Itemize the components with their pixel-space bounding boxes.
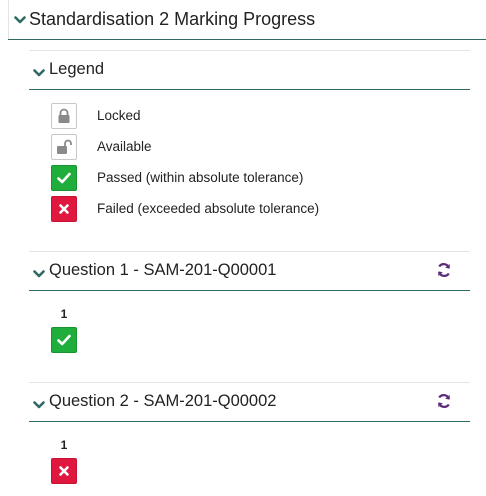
cross-icon (51, 196, 77, 222)
question-section-2: Question 2 - SAM-201-Q00002 1 (29, 382, 470, 496)
status-failed-button[interactable] (51, 458, 77, 484)
page-header[interactable]: Standardisation 2 Marking Progress (8, 0, 486, 40)
check-icon (51, 165, 77, 191)
chevron-down-icon[interactable] (14, 12, 26, 30)
legend-label: Locked (97, 108, 141, 123)
chevron-down-icon[interactable] (33, 397, 45, 415)
legend-section: Legend Locked Available Passed (within a… (29, 50, 470, 250)
lock-closed-icon (51, 103, 77, 129)
refresh-icon[interactable] (436, 262, 452, 283)
legend-label: Available (97, 139, 152, 154)
question-title: Question 2 - SAM-201-Q00002 (49, 392, 277, 410)
question-section-1: Question 1 - SAM-201-Q00001 1 (29, 251, 470, 371)
refresh-icon[interactable] (436, 393, 452, 414)
item-number: 1 (60, 307, 68, 321)
legend-label: Passed (within absolute tolerance) (97, 170, 304, 185)
legend-title: Legend (49, 60, 105, 78)
chevron-down-icon[interactable] (33, 65, 45, 83)
question-title: Question 1 - SAM-201-Q00001 (49, 261, 277, 279)
question-header-1[interactable]: Question 1 - SAM-201-Q00001 (29, 251, 470, 291)
question-header-2[interactable]: Question 2 - SAM-201-Q00002 (29, 382, 470, 422)
item-number: 1 (60, 438, 68, 452)
chevron-down-icon[interactable] (33, 266, 45, 284)
lock-open-icon (51, 134, 77, 160)
status-passed-button[interactable] (51, 327, 77, 353)
legend-header[interactable]: Legend (29, 50, 470, 90)
page-title: Standardisation 2 Marking Progress (29, 9, 316, 29)
legend-label: Failed (exceeded absolute tolerance) (97, 201, 320, 216)
